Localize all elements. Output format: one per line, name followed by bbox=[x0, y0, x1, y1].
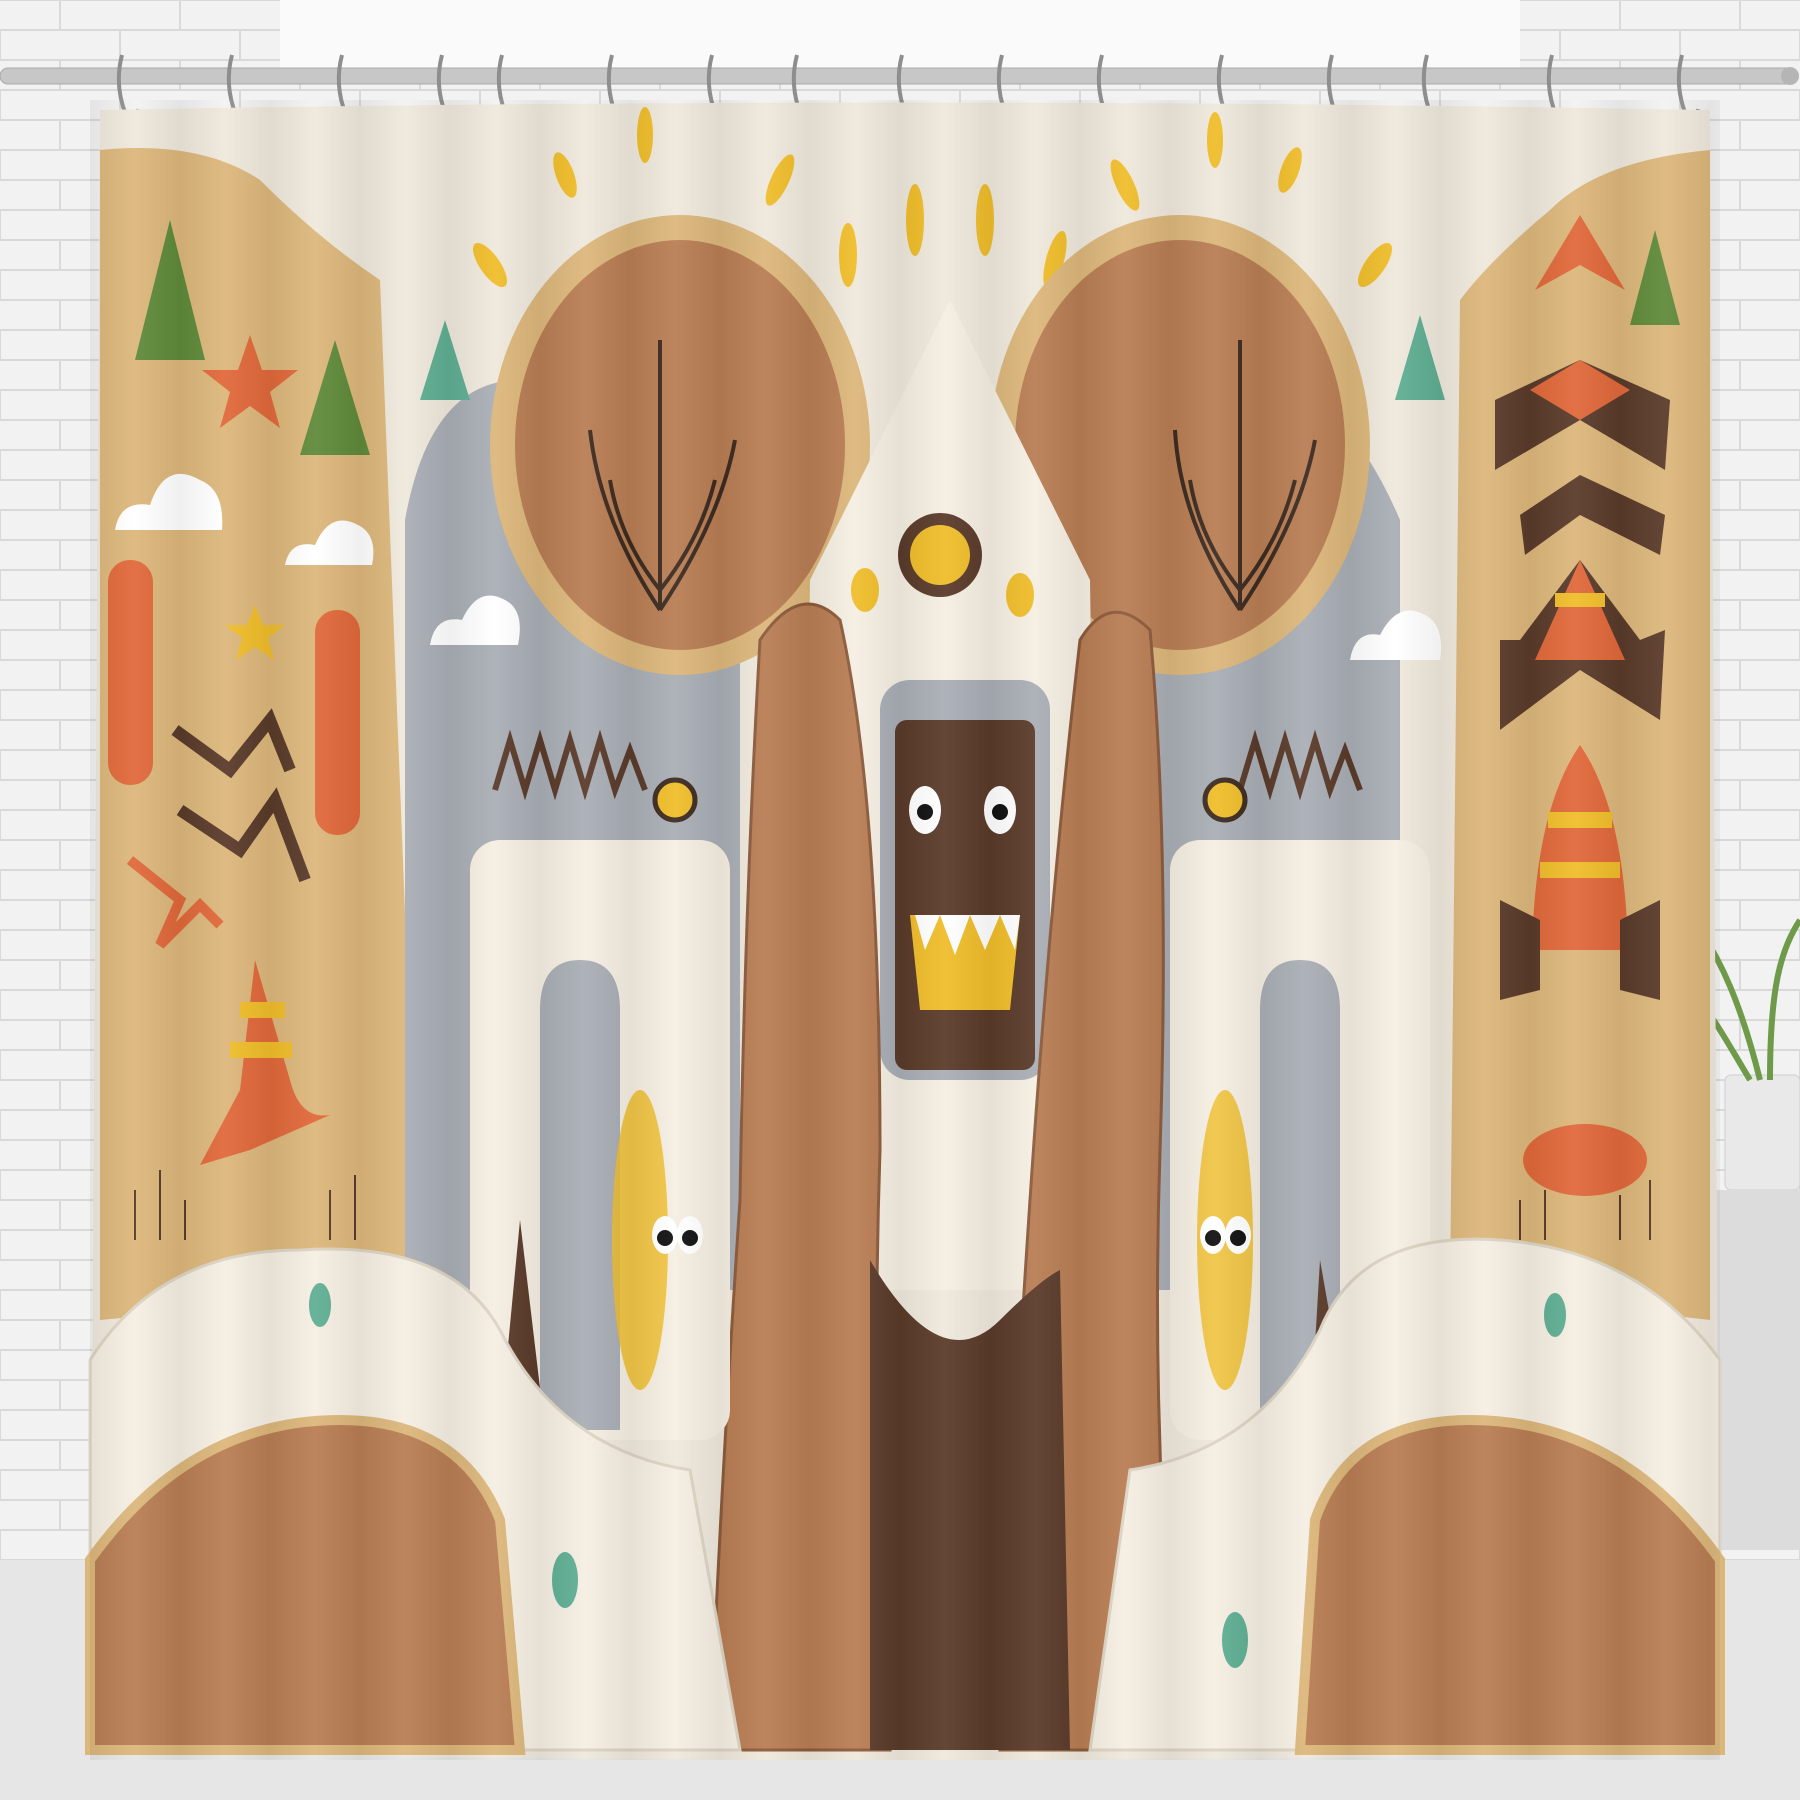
bathroom-scene bbox=[0, 0, 1800, 1800]
fold-shading bbox=[90, 100, 1720, 1760]
shower-curtain bbox=[85, 100, 1725, 1760]
rod-end-cap bbox=[1781, 67, 1799, 85]
